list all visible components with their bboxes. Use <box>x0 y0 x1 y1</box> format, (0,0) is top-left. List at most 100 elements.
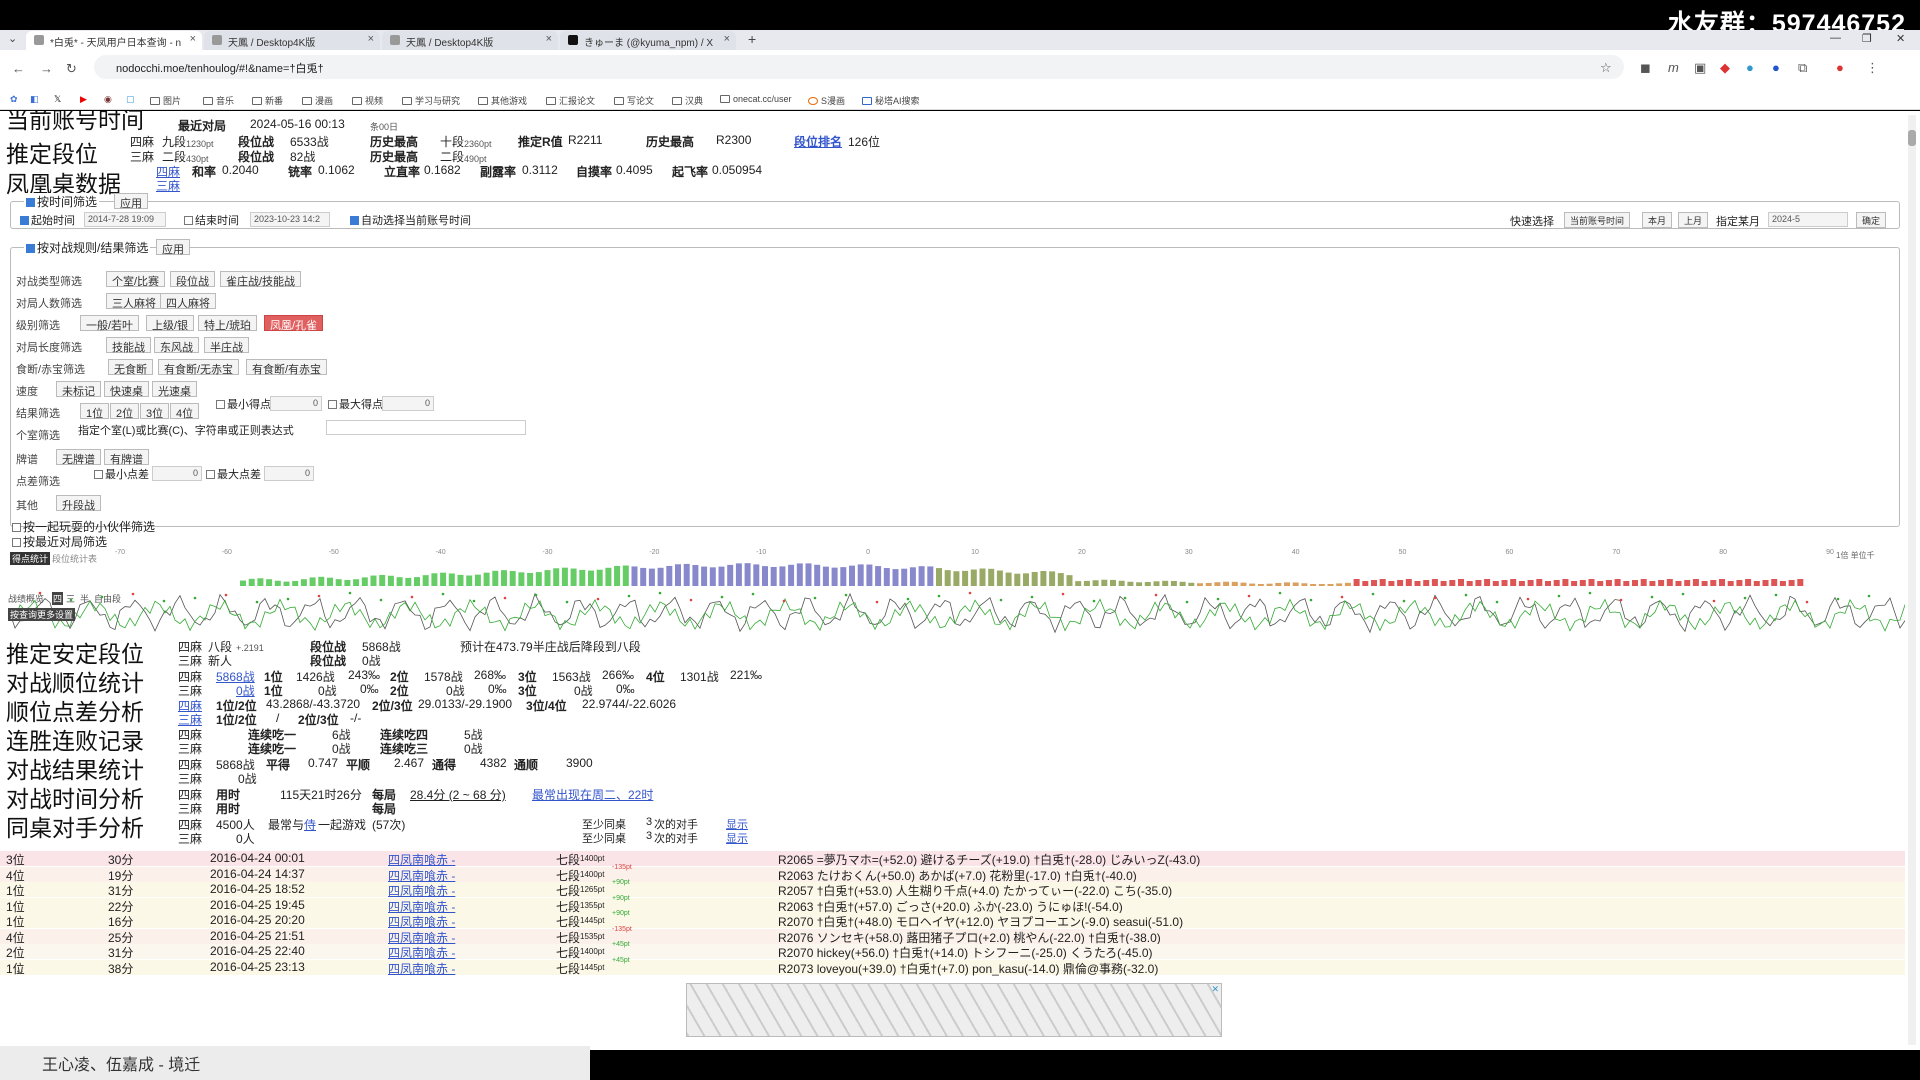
bookmark-folder-music[interactable]: 音乐 <box>203 94 234 107</box>
bookmark-smanga[interactable]: S漫画 <box>808 94 845 107</box>
end-time-checkbox[interactable]: 结束时间 <box>184 212 239 228</box>
rule-filter-button[interactable]: 半庄战 <box>204 337 249 354</box>
bookmark-folder-video[interactable]: 视频 <box>352 94 383 107</box>
table-row[interactable]: 1位 31分 2016-04-25 18:52 四凤南喰赤 - 七段 R2057 †白兎†… <box>0 879 1905 898</box>
youtube-icon[interactable]: ▶ <box>80 94 87 105</box>
quick-this-month-button[interactable]: 本月 <box>1642 212 1673 228</box>
bookmark-folder-anime[interactable]: 新番 <box>252 94 283 107</box>
scrollbar-thumb[interactable] <box>1908 130 1916 146</box>
close-icon[interactable]: × <box>368 33 374 45</box>
bookmark-star-icon[interactable]: ☆ <box>1600 60 1612 76</box>
game-room-link[interactable]: 四凤南喰赤 - <box>388 913 455 930</box>
close-icon[interactable]: × <box>546 33 552 45</box>
rule-filter-button[interactable]: 个室/比赛 <box>106 271 166 288</box>
tab-1[interactable]: *白兎* - 天凤用户日本查询 - n × <box>26 31 202 50</box>
room-filter-input[interactable] <box>326 420 526 435</box>
rule-filter-button[interactable]: 4位 <box>170 403 200 420</box>
table-row[interactable]: 2位 31分 2016-04-25 22:40 四凤南喰赤 - 七段 R2070 hick… <box>0 941 1905 960</box>
rule-filter-button[interactable]: 光速桌 <box>152 381 197 398</box>
time-filter-apply-button[interactable]: 应用 <box>114 193 148 210</box>
bookmark-metaso[interactable]: 秘塔AI搜索 <box>862 94 920 107</box>
rule-filter-button[interactable]: 有食断/有赤宝 <box>246 359 328 376</box>
rule-filter-button[interactable]: 凤凰/孔雀 <box>264 315 324 332</box>
table-row[interactable]: 4位 19分 2016-04-24 14:37 四凤南喰赤 - 七段 R2063 たけおく… <box>0 864 1905 884</box>
checkbox[interactable] <box>184 216 193 225</box>
game-room-link[interactable]: 四凤南喰赤 - <box>388 867 455 884</box>
timing-weekday-link[interactable]: 最常出现在周二、22时 <box>532 786 653 803</box>
minimize-icon[interactable]: — <box>1830 32 1841 44</box>
max-score-input[interactable]: 0 <box>382 396 434 411</box>
start-time-checkbox[interactable]: 起始时间 <box>20 212 75 228</box>
ad-close-icon[interactable]: ✕ <box>1211 984 1219 995</box>
rule-filter-button[interactable]: 无食断 <box>108 359 153 376</box>
extension-icon[interactable]: ◆ <box>1720 60 1730 76</box>
checkbox[interactable] <box>12 523 21 532</box>
rule-filter-button[interactable]: 特上/琥珀 <box>198 315 258 332</box>
quick-last-month-button[interactable]: 上月 <box>1678 212 1709 228</box>
checkbox[interactable] <box>94 470 103 479</box>
tab-2[interactable]: 天鳳 / Desktop4K版 × <box>204 31 380 50</box>
extension-m-icon[interactable]: m <box>1668 60 1679 75</box>
close-icon[interactable]: × <box>724 33 730 45</box>
tab-list-chevron-icon[interactable]: ⌄ <box>8 32 17 45</box>
menu-kebab-icon[interactable]: ⋮ <box>1866 60 1879 76</box>
bookmark-icon[interactable]: ◉ <box>104 94 112 105</box>
phoenix-three-link[interactable]: 三麻 <box>156 177 180 194</box>
tab-4[interactable]: きゅーま (@kyuma_npm) / X × <box>560 31 736 50</box>
bookmark-folder-study[interactable]: 学习与研究 <box>402 94 460 107</box>
rule-filter-button[interactable]: 上级/银 <box>146 315 195 332</box>
start-time-input[interactable]: 2014-7-28 19:09 <box>84 212 166 227</box>
rule-filter-button[interactable]: 3位 <box>140 403 170 420</box>
page-scrollbar[interactable] <box>1908 115 1916 1045</box>
bookmark-folder-games[interactable]: 其他游戏 <box>478 94 527 107</box>
rule-filter-button[interactable]: 有牌谱 <box>104 449 149 466</box>
tab-3[interactable]: 天鳳 / Desktop4K版 × <box>382 31 558 50</box>
rule-filter-button[interactable]: 段位战 <box>170 271 215 288</box>
min-score-checkbox[interactable]: 最小得点 <box>216 396 271 412</box>
checkbox[interactable] <box>26 198 35 207</box>
rule-filter-button[interactable]: 升段战 <box>56 495 101 512</box>
forward-icon[interactable]: → <box>40 61 53 76</box>
min-diff-checkbox[interactable]: 最小点差 <box>94 466 149 482</box>
opp-min-value[interactable]: 3 <box>646 816 652 828</box>
table-row[interactable]: 1位 38分 2016-04-25 23:13 四凤南喰赤 - 七段 R2073 love… <box>0 957 1905 977</box>
bookmark-folder-manga[interactable]: 漫画 <box>302 94 333 107</box>
rule-filter-button[interactable]: 1位 <box>80 403 110 420</box>
bookmark-icon[interactable]: ▢ <box>126 94 135 105</box>
extension-icon[interactable]: ● <box>1746 60 1754 75</box>
game-room-link[interactable]: 四凤南喰赤 - <box>388 929 455 946</box>
rule-filter-button[interactable]: 雀庄战/技能战 <box>220 271 302 288</box>
reload-icon[interactable]: ↻ <box>66 61 77 77</box>
month-input[interactable]: 2024-5 <box>1768 212 1848 227</box>
bookmark-icon[interactable]: ◧ <box>30 94 39 105</box>
rule-filter-button[interactable]: 一般/若叶 <box>80 315 140 332</box>
rule-filter-button[interactable]: 2位 <box>110 403 140 420</box>
timing-per-value[interactable]: 28.4分 (2 ~ 68 分) <box>410 786 506 803</box>
close-icon[interactable]: × <box>190 33 196 45</box>
checkbox[interactable] <box>206 470 215 479</box>
max-diff-checkbox[interactable]: 最大点差 <box>206 466 261 482</box>
rule-filter-button[interactable]: 技能战 <box>106 337 151 354</box>
close-window-icon[interactable]: ✕ <box>1896 32 1905 45</box>
bookmark-folder-paper[interactable]: 写论文 <box>614 94 654 107</box>
restore-icon[interactable]: ❐ <box>1862 32 1872 45</box>
game-room-link[interactable]: 四凤南喰赤 - <box>388 851 455 868</box>
rule-filter-apply-button[interactable]: 应用 <box>156 239 190 256</box>
checkbox[interactable] <box>26 244 35 253</box>
bookmark-onecat[interactable]: onecat.cc/user <box>720 94 792 104</box>
checkbox[interactable] <box>20 216 29 225</box>
rule-filter-button[interactable]: 未标记 <box>56 381 101 398</box>
table-row[interactable]: 1位 22分 2016-04-25 19:45 四凤南喰赤 - 七段 R2063 †白兎†… <box>0 895 1905 914</box>
rule-filter-button[interactable]: 无牌谱 <box>56 449 101 466</box>
quick-current-button[interactable]: 当前账号时间 <box>1564 212 1631 228</box>
game-room-link[interactable]: 四凤南喰赤 - <box>388 960 455 977</box>
expand-chevron-icon[interactable]: ⌄ <box>14 961 26 978</box>
extension-icon[interactable]: ● <box>1772 60 1780 75</box>
checkbox[interactable] <box>216 400 225 409</box>
max-score-checkbox[interactable]: 最大得点 <box>328 396 383 412</box>
extensions-puzzle-icon[interactable]: ⧉ <box>1798 60 1807 76</box>
time-filter-title[interactable]: 按时间筛选 <box>24 193 100 210</box>
bookmark-folder-report[interactable]: 汇报论文 <box>546 94 595 107</box>
bookmark-icon[interactable]: ✿ <box>10 94 18 105</box>
url-field[interactable]: nodocchi.moe/tenhoulog/#!&name=†白兎† <box>94 55 1624 79</box>
